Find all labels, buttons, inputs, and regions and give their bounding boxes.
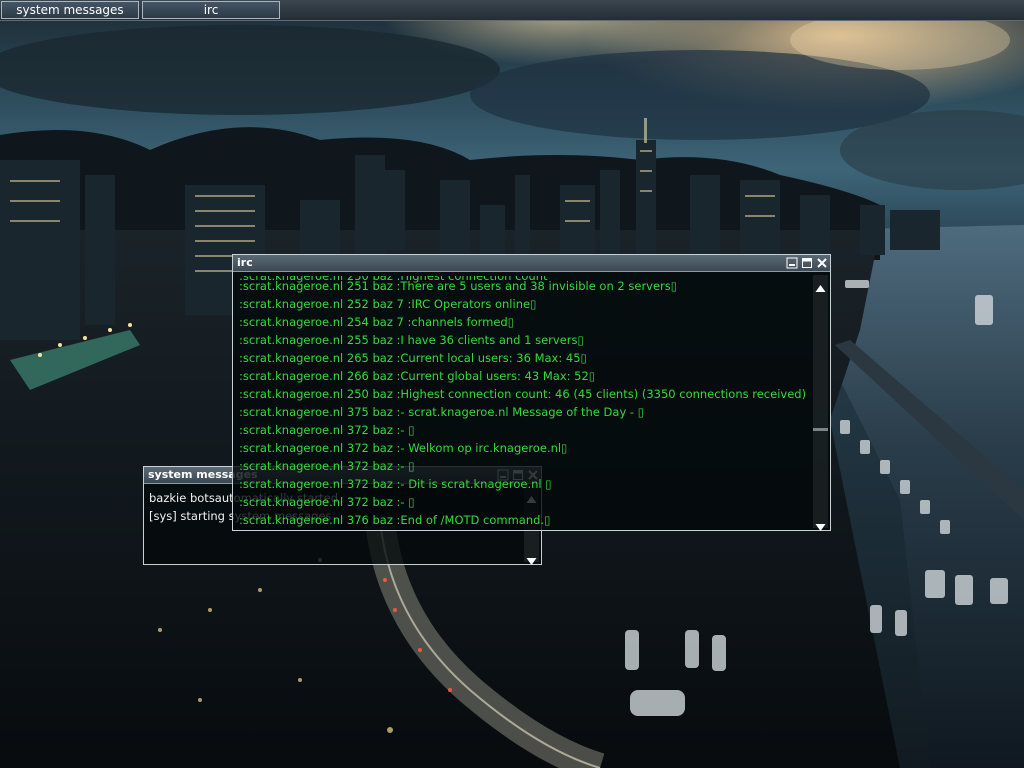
- irc-window[interactable]: irc :scrat.knageroe.nl 250 baz :Highest …: [232, 254, 831, 531]
- irc-message-line: :scrat.knageroe.nl 375 baz :- scrat.knag…: [239, 405, 645, 419]
- irc-titlebar[interactable]: irc: [233, 255, 830, 272]
- irc-message-line: :scrat.knageroe.nl 372 baz :- ▯: [239, 423, 415, 437]
- taskbar-item-system-messages[interactable]: system messages: [1, 1, 139, 19]
- irc-scrollbar[interactable]: [813, 275, 828, 531]
- irc-message-log: :scrat.knageroe.nl 250 baz :Highest conn…: [239, 276, 806, 528]
- irc-message-line: :scrat.knageroe.nl 250 baz :Highest conn…: [239, 387, 806, 401]
- irc-message-line: :scrat.knageroe.nl 372 baz :- Dit is scr…: [239, 477, 552, 491]
- minimize-icon[interactable]: [786, 257, 798, 269]
- irc-message-line: :scrat.knageroe.nl 265 baz :Current loca…: [239, 351, 587, 365]
- scroll-down-icon[interactable]: [815, 517, 826, 531]
- close-icon[interactable]: [816, 257, 828, 269]
- scroll-thumb[interactable]: [813, 428, 828, 431]
- desktop: system messages irc system messages bazk…: [0, 0, 1024, 768]
- maximize-icon[interactable]: [801, 257, 813, 269]
- irc-message-line: :scrat.knageroe.nl 254 baz 7 :channels f…: [239, 315, 515, 329]
- irc-message-line: :scrat.knageroe.nl 372 baz :- Welkom op …: [239, 441, 568, 455]
- scroll-up-icon[interactable]: [815, 278, 826, 292]
- irc-message-line: :scrat.knageroe.nl 372 baz :- ▯: [239, 459, 415, 473]
- scroll-down-icon[interactable]: [526, 551, 537, 565]
- irc-message-line: :scrat.knageroe.nl 251 baz :There are 5 …: [239, 279, 678, 293]
- irc-message-line: :scrat.knageroe.nl 372 baz :- ▯: [239, 495, 415, 509]
- taskbar: system messages irc: [0, 0, 1024, 21]
- taskbar-item-irc[interactable]: irc: [142, 1, 280, 19]
- irc-message-line: :scrat.knageroe.nl 376 baz :End of /MOTD…: [239, 513, 551, 527]
- irc-message-line: :scrat.knageroe.nl 266 baz :Current glob…: [239, 369, 596, 383]
- irc-message-line: :scrat.knageroe.nl 252 baz 7 :IRC Operat…: [239, 297, 537, 311]
- window-title: irc: [237, 256, 253, 269]
- irc-message-line: :scrat.knageroe.nl 255 baz :I have 36 cl…: [239, 333, 584, 347]
